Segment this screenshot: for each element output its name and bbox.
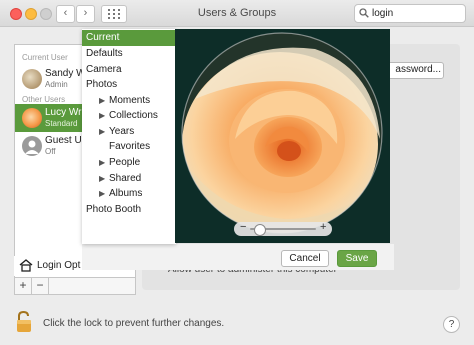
picture-preview[interactable] (175, 29, 390, 243)
user-role: Off (45, 147, 56, 156)
menu-item-moments[interactable]: ▶ Moments (82, 93, 176, 109)
add-user-button[interactable]: + (15, 278, 32, 294)
zoom-in-icon: + (320, 221, 327, 233)
lock-icon[interactable] (14, 310, 34, 336)
disclosure-triangle-icon[interactable]: ▶ (99, 93, 105, 109)
house-icon (19, 259, 33, 272)
help-button[interactable]: ? (443, 316, 460, 333)
menu-item-years[interactable]: ▶ Years (82, 124, 176, 140)
avatar (22, 69, 42, 89)
save-button[interactable]: Save (337, 250, 377, 267)
menu-item-photos[interactable]: Photos (82, 77, 176, 93)
disclosure-triangle-icon[interactable]: ▶ (99, 171, 105, 187)
disclosure-triangle-icon[interactable]: ▶ (99, 155, 105, 171)
disclosure-triangle-icon[interactable]: ▶ (99, 108, 105, 124)
current-user-section-label: Current User (22, 53, 68, 62)
menu-item-defaults[interactable]: Defaults (82, 46, 176, 62)
user-role: Standard (45, 119, 78, 128)
guest-avatar-icon (22, 136, 42, 156)
remove-user-button[interactable]: − (32, 278, 49, 294)
zoom-knob[interactable] (254, 224, 266, 236)
disclosure-triangle-icon[interactable]: ▶ (99, 186, 105, 202)
rose-image (175, 29, 390, 243)
zoom-out-icon: − (240, 221, 247, 233)
search-field[interactable] (354, 4, 466, 23)
menu-item-current[interactable]: Current (82, 30, 176, 46)
login-options-label: Login Opt (37, 260, 81, 271)
cancel-button[interactable]: Cancel (281, 250, 329, 267)
menu-item-albums[interactable]: ▶ Albums (82, 186, 176, 202)
menu-item-shared[interactable]: ▶ Shared (82, 171, 176, 187)
search-input[interactable] (372, 6, 460, 20)
menu-item-collections[interactable]: ▶ Collections (82, 108, 176, 124)
picture-source-menu: Current Defaults Camera Photos ▶ Moments … (82, 29, 176, 244)
lock-message: Click the lock to prevent further change… (43, 318, 225, 329)
menu-item-people[interactable]: ▶ People (82, 155, 176, 171)
list-action-bar: + − (14, 277, 136, 295)
avatar (22, 108, 42, 128)
menu-item-photo-booth[interactable]: Photo Booth (82, 202, 176, 218)
disclosure-triangle-icon[interactable]: ▶ (99, 124, 105, 140)
title-bar: ‹ › Users & Groups (0, 0, 474, 27)
user-role: Admin (45, 80, 68, 89)
menu-item-camera[interactable]: Camera (82, 62, 176, 78)
zoom-slider[interactable]: − + (234, 221, 332, 236)
search-icon (359, 8, 369, 18)
other-users-section-label: Other Users (22, 95, 66, 104)
menu-item-favorites[interactable]: Favorites (82, 139, 176, 155)
